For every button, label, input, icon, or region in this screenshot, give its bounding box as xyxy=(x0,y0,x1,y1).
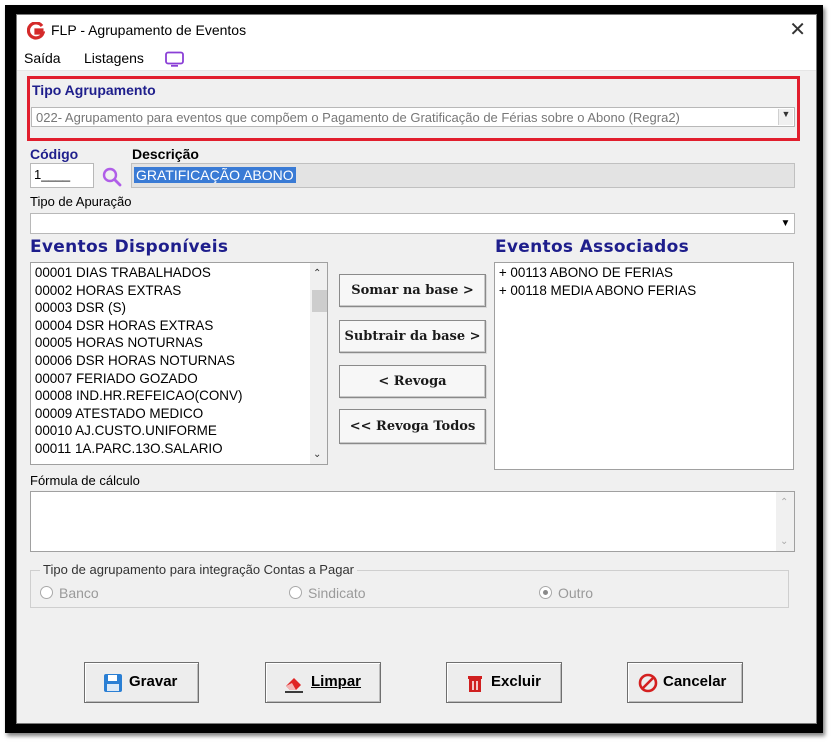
list-item[interactable]: 00010 AJ.CUSTO.UNIFORME xyxy=(31,422,315,440)
radio-banco[interactable]: Banco xyxy=(40,585,99,601)
chevron-up-icon[interactable]: ⌃ xyxy=(780,497,788,508)
formula-textarea[interactable]: ⌃ ⌄ xyxy=(30,491,795,552)
scrollbar-thumb[interactable] xyxy=(312,290,327,312)
somar-label: Somar na base > xyxy=(351,283,474,298)
formula-label: Fórmula de cálculo xyxy=(30,473,140,488)
radio-indicator[interactable] xyxy=(40,586,53,599)
excluir-button[interactable]: Excluir xyxy=(446,662,562,703)
list-item[interactable]: + 00113 ABONO DE FERIAS xyxy=(495,264,781,282)
descricao-value: GRATIFICAÇÃO ABONO xyxy=(134,167,296,183)
cancelar-label: Cancelar xyxy=(663,673,727,690)
revoga-button[interactable]: < Revoga xyxy=(339,365,486,398)
list-item[interactable]: 00006 DSR HORAS NOTURNAS xyxy=(31,352,315,370)
chevron-down-icon[interactable]: ▼ xyxy=(778,215,793,232)
scrollbar[interactable]: ⌃ ⌄ xyxy=(310,263,327,464)
cancelar-button[interactable]: Cancelar xyxy=(627,662,743,703)
radio-sindicato[interactable]: Sindicato xyxy=(289,585,366,601)
window-title: FLP - Agrupamento de Eventos xyxy=(51,22,247,38)
gravar-button[interactable]: Gravar xyxy=(84,662,199,703)
list-item[interactable]: 00004 DSR HORAS EXTRAS xyxy=(31,317,315,335)
tipo-agrupamento-value: 022- Agrupamento para eventos que compõe… xyxy=(36,110,680,125)
limpar-label: Limpar xyxy=(311,673,362,690)
chevron-down-icon[interactable]: ▼ xyxy=(778,109,793,125)
list-item[interactable]: 00005 HORAS NOTURNAS xyxy=(31,334,315,352)
radio-indicator[interactable] xyxy=(289,586,302,599)
tipo-agrupamento-select[interactable]: 022- Agrupamento para eventos que compõe… xyxy=(31,107,795,127)
eventos-disponiveis-label: Eventos Disponíveis xyxy=(30,237,229,257)
chevron-up-icon[interactable]: ⌃ xyxy=(313,268,321,279)
monitor-icon[interactable] xyxy=(164,51,186,67)
eventos-associados-label: Eventos Associados xyxy=(495,237,689,257)
radio-sindicato-label: Sindicato xyxy=(308,585,366,601)
list-item[interactable]: 00003 DSR (S) xyxy=(31,299,315,317)
cancel-icon xyxy=(638,673,658,693)
menu-listagens[interactable]: Listagens xyxy=(84,50,144,66)
tipo-apuracao-label: Tipo de Apuração xyxy=(30,194,132,209)
radio-banco-label: Banco xyxy=(59,585,99,601)
chevron-down-icon[interactable]: ⌄ xyxy=(780,536,788,547)
list-item[interactable]: 00009 ATESTADO MEDICO xyxy=(31,405,315,423)
radio-outro[interactable]: Outro xyxy=(539,585,593,601)
close-icon[interactable]: ✕ xyxy=(789,17,806,41)
limpar-button[interactable]: Limpar xyxy=(265,662,381,703)
tipo-agrupamento-label: Tipo Agrupamento xyxy=(32,82,156,98)
scrollbar[interactable]: ⌃ ⌄ xyxy=(776,492,794,551)
list-item[interactable]: 00002 HORAS EXTRAS xyxy=(31,282,315,300)
descricao-input[interactable]: GRATIFICAÇÃO ABONO xyxy=(131,163,795,188)
search-icon[interactable] xyxy=(101,166,123,188)
menu-saida[interactable]: Saída xyxy=(24,50,61,66)
eventos-associados-list[interactable]: + 00113 ABONO DE FERIAS + 00118 MEDIA ABO… xyxy=(494,262,794,470)
list-item[interactable]: 00007 FERIADO GOZADO xyxy=(31,370,315,388)
dialog-window: FLP - Agrupamento de Eventos ✕ Saída Lis… xyxy=(16,14,817,724)
eventos-disponiveis-list[interactable]: 00001 DIAS TRABALHADOS 00002 HORAS EXTRAS… xyxy=(30,262,328,465)
excluir-label: Excluir xyxy=(491,673,542,690)
revoga-todos-button[interactable]: << Revoga Todos xyxy=(339,409,486,444)
codigo-value: 1____ xyxy=(34,167,71,182)
eraser-icon xyxy=(285,678,303,693)
list-item[interactable]: + 00118 MEDIA ABONO FERIAS xyxy=(495,282,781,300)
revoga-todos-label: << Revoga Todos xyxy=(349,419,476,434)
trash-icon xyxy=(468,676,482,692)
codigo-label: Código xyxy=(30,146,79,162)
gravar-label: Gravar xyxy=(129,673,178,690)
subtrair-label: Subtrair da base > xyxy=(344,329,481,344)
tipo-apuracao-select[interactable]: ▼ xyxy=(30,213,795,234)
contas-pagar-legend: Tipo de agrupamento para integração Cont… xyxy=(40,562,357,577)
list-item[interactable]: 00001 DIAS TRABALHADOS xyxy=(31,264,315,282)
menu-bar: Saída Listagens xyxy=(17,46,816,71)
codigo-input[interactable]: 1____ xyxy=(30,163,94,188)
radio-indicator[interactable] xyxy=(539,586,552,599)
title-bar: FLP - Agrupamento de Eventos ✕ xyxy=(17,15,816,46)
list-item[interactable]: 00011 1A.PARC.13O.SALARIO xyxy=(31,440,315,458)
descricao-label: Descrição xyxy=(132,146,199,162)
revoga-label: < Revoga xyxy=(378,374,447,389)
app-logo-icon xyxy=(27,22,45,40)
save-icon xyxy=(104,674,122,692)
somar-na-base-button[interactable]: Somar na base > xyxy=(339,274,486,307)
subtrair-da-base-button[interactable]: Subtrair da base > xyxy=(339,320,486,353)
list-item[interactable]: 00008 IND.HR.REFEICAO(CONV) xyxy=(31,387,315,405)
chevron-down-icon[interactable]: ⌄ xyxy=(313,449,321,460)
radio-outro-label: Outro xyxy=(558,585,594,601)
